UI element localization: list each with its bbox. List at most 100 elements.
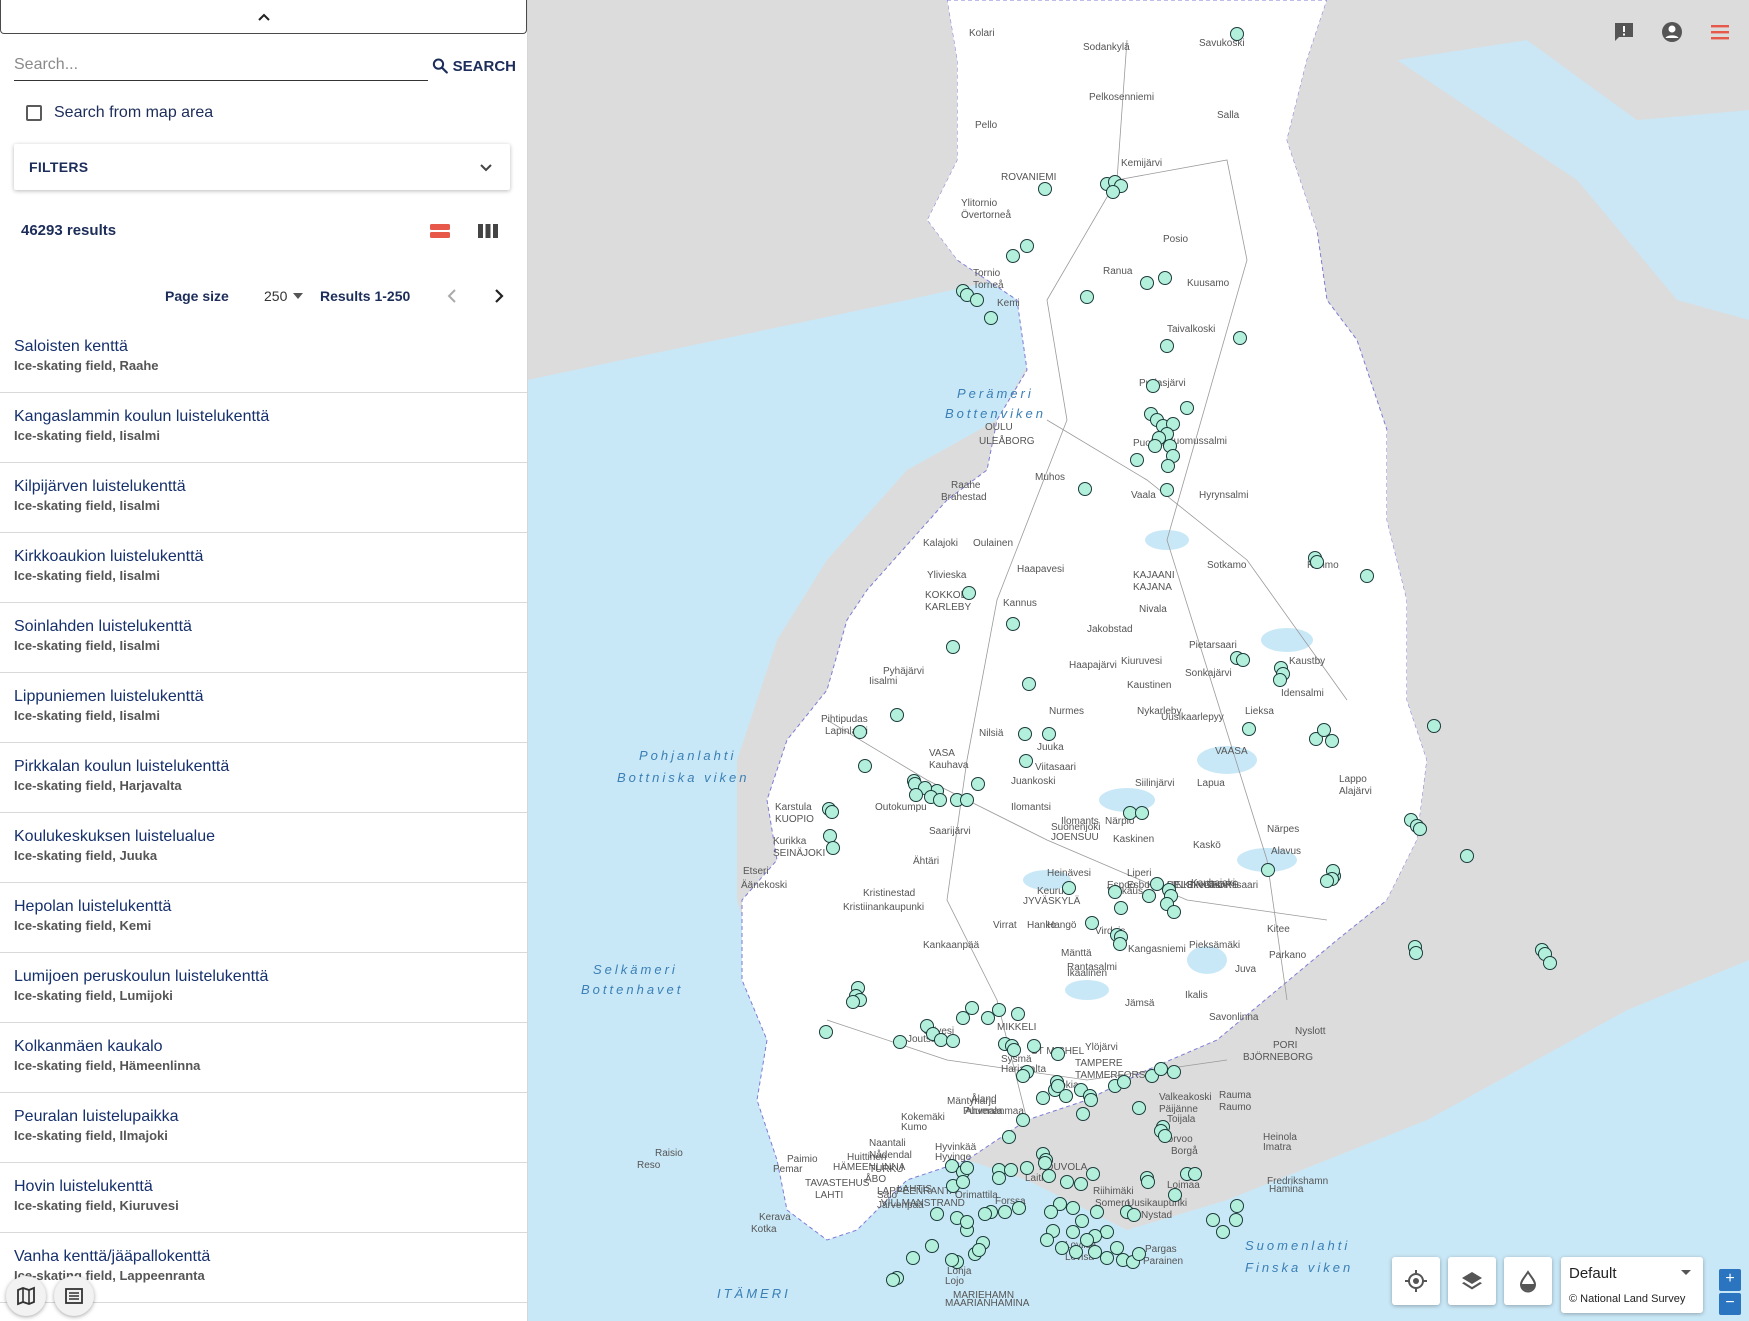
- search-from-map-area[interactable]: Search from map area: [26, 104, 213, 122]
- map-marker[interactable]: [1100, 1251, 1114, 1265]
- basemap-select[interactable]: Default © National Land Survey: [1561, 1257, 1703, 1313]
- opacity-button[interactable]: [1504, 1257, 1552, 1305]
- next-page-icon[interactable]: [491, 285, 507, 307]
- map-marker[interactable]: [1038, 1156, 1052, 1170]
- map-marker[interactable]: [984, 311, 998, 325]
- map-marker[interactable]: [1180, 401, 1194, 415]
- map-marker[interactable]: [1113, 937, 1127, 951]
- map-marker[interactable]: [1167, 1065, 1181, 1079]
- map-marker[interactable]: [1132, 1101, 1146, 1115]
- search-input[interactable]: [14, 50, 428, 81]
- result-item[interactable]: Saloisten kenttä Ice-skating field, Raahe: [0, 323, 527, 393]
- result-item[interactable]: Lippuniemen luistelukenttä Ice-skating fi…: [0, 673, 527, 743]
- map-marker[interactable]: [1040, 1233, 1054, 1247]
- map-marker[interactable]: [970, 293, 984, 307]
- map-marker[interactable]: [965, 1001, 979, 1015]
- map-marker[interactable]: [992, 1003, 1006, 1017]
- map-marker[interactable]: [1154, 1062, 1168, 1076]
- map-marker[interactable]: [1117, 1075, 1131, 1089]
- result-name[interactable]: Koulukeskuksen luistelualue: [14, 827, 527, 847]
- map-marker[interactable]: [1100, 1225, 1114, 1239]
- list-view-icon[interactable]: [429, 222, 451, 240]
- map-marker[interactable]: [909, 788, 923, 802]
- map[interactable]: Perämeri Bottenviken Pohjanlahti Bottnis…: [527, 0, 1749, 1321]
- map-marker[interactable]: [1206, 1213, 1220, 1227]
- map-marker[interactable]: [1320, 874, 1334, 888]
- map-marker[interactable]: [1360, 569, 1374, 583]
- result-item[interactable]: Kilpijärven luistelukenttä Ice-skating fi…: [0, 463, 527, 533]
- map-marker[interactable]: [934, 1033, 948, 1047]
- map-marker[interactable]: [981, 1011, 995, 1025]
- result-item[interactable]: Hovin luistelukenttä Ice-skating field, K…: [0, 1163, 527, 1233]
- map-marker[interactable]: [1084, 1093, 1098, 1107]
- result-item[interactable]: Hepolan luistelukenttä Ice-skating field,…: [0, 883, 527, 953]
- map-marker[interactable]: [1273, 673, 1287, 687]
- result-name[interactable]: Hepolan luistelukenttä: [14, 897, 527, 917]
- map-marker[interactable]: [946, 1034, 960, 1048]
- map-marker[interactable]: [1130, 453, 1144, 467]
- result-name[interactable]: Kangaslammin koulun luistelukenttä: [14, 407, 527, 427]
- map-marker[interactable]: [992, 1171, 1006, 1185]
- map-marker[interactable]: [1051, 1047, 1065, 1061]
- map-marker[interactable]: [825, 805, 839, 819]
- result-name[interactable]: Vanha kenttä/jääpallokenttä: [14, 1247, 527, 1267]
- map-marker[interactable]: [1106, 185, 1120, 199]
- map-marker[interactable]: [1310, 555, 1324, 569]
- map-view-button[interactable]: [6, 1276, 46, 1316]
- map-marker[interactable]: [1230, 27, 1244, 41]
- map-marker[interactable]: [1161, 459, 1175, 473]
- map-marker[interactable]: [1167, 905, 1181, 919]
- map-marker[interactable]: [1080, 290, 1094, 304]
- map-marker[interactable]: [1233, 331, 1247, 345]
- map-marker[interactable]: [1062, 881, 1076, 895]
- map-marker[interactable]: [945, 1253, 959, 1267]
- map-marker[interactable]: [1090, 1205, 1104, 1219]
- map-marker[interactable]: [1022, 677, 1036, 691]
- map-marker[interactable]: [960, 793, 974, 807]
- map-marker[interactable]: [1076, 1107, 1090, 1121]
- map-marker[interactable]: [1460, 849, 1474, 863]
- map-marker[interactable]: [978, 1207, 992, 1221]
- result-item[interactable]: Kirkkoaukion luistelukenttä Ice-skating f…: [0, 533, 527, 603]
- map-marker[interactable]: [1078, 482, 1092, 496]
- column-view-icon[interactable]: [477, 222, 499, 240]
- page-size-select[interactable]: 250: [264, 288, 304, 304]
- map-marker[interactable]: [823, 829, 837, 843]
- locate-button[interactable]: [1392, 1257, 1440, 1305]
- map-marker[interactable]: [946, 640, 960, 654]
- map-marker[interactable]: [853, 725, 867, 739]
- map-marker[interactable]: [886, 1273, 900, 1287]
- map-marker[interactable]: [1066, 1225, 1080, 1239]
- map-marker[interactable]: [960, 1215, 974, 1229]
- map-marker[interactable]: [1059, 1089, 1073, 1103]
- result-item[interactable]: Pirkkalan koulun luistelukenttä Ice-skati…: [0, 743, 527, 813]
- map-marker[interactable]: [1016, 1069, 1030, 1083]
- map-marker[interactable]: [1019, 754, 1033, 768]
- map-marker[interactable]: [1229, 1213, 1243, 1227]
- map-marker[interactable]: [971, 777, 985, 791]
- result-name[interactable]: Soinlahden luistelukenttä: [14, 617, 527, 637]
- result-item[interactable]: Lumijoen peruskoulun luistelukenttä Ice-s…: [0, 953, 527, 1023]
- map-marker[interactable]: [1127, 1208, 1141, 1222]
- result-name[interactable]: Lippuniemen luistelukenttä: [14, 687, 527, 707]
- map-marker[interactable]: [956, 1175, 970, 1189]
- map-marker[interactable]: [1140, 276, 1154, 290]
- map-marker[interactable]: [960, 1161, 974, 1175]
- map-marker[interactable]: [1006, 617, 1020, 631]
- map-marker[interactable]: [1018, 727, 1032, 741]
- map-marker[interactable]: [1006, 249, 1020, 263]
- map-marker[interactable]: [1110, 1241, 1124, 1255]
- map-marker[interactable]: [1020, 1161, 1034, 1175]
- result-name[interactable]: Kolkanmäen kaukalo: [14, 1037, 527, 1057]
- menu-icon[interactable]: [1708, 20, 1732, 44]
- result-name[interactable]: Peuralan luistelupaikka: [14, 1107, 527, 1127]
- map-marker[interactable]: [1135, 806, 1149, 820]
- map-marker[interactable]: [1132, 1247, 1146, 1261]
- map-marker[interactable]: [1325, 734, 1339, 748]
- map-marker[interactable]: [1242, 722, 1256, 736]
- map-marker[interactable]: [1216, 1225, 1230, 1239]
- map-marker[interactable]: [925, 1239, 939, 1253]
- search-button[interactable]: SEARCH: [432, 54, 516, 78]
- map-marker[interactable]: [1055, 1241, 1069, 1255]
- filters-panel[interactable]: FILTERS: [14, 144, 510, 190]
